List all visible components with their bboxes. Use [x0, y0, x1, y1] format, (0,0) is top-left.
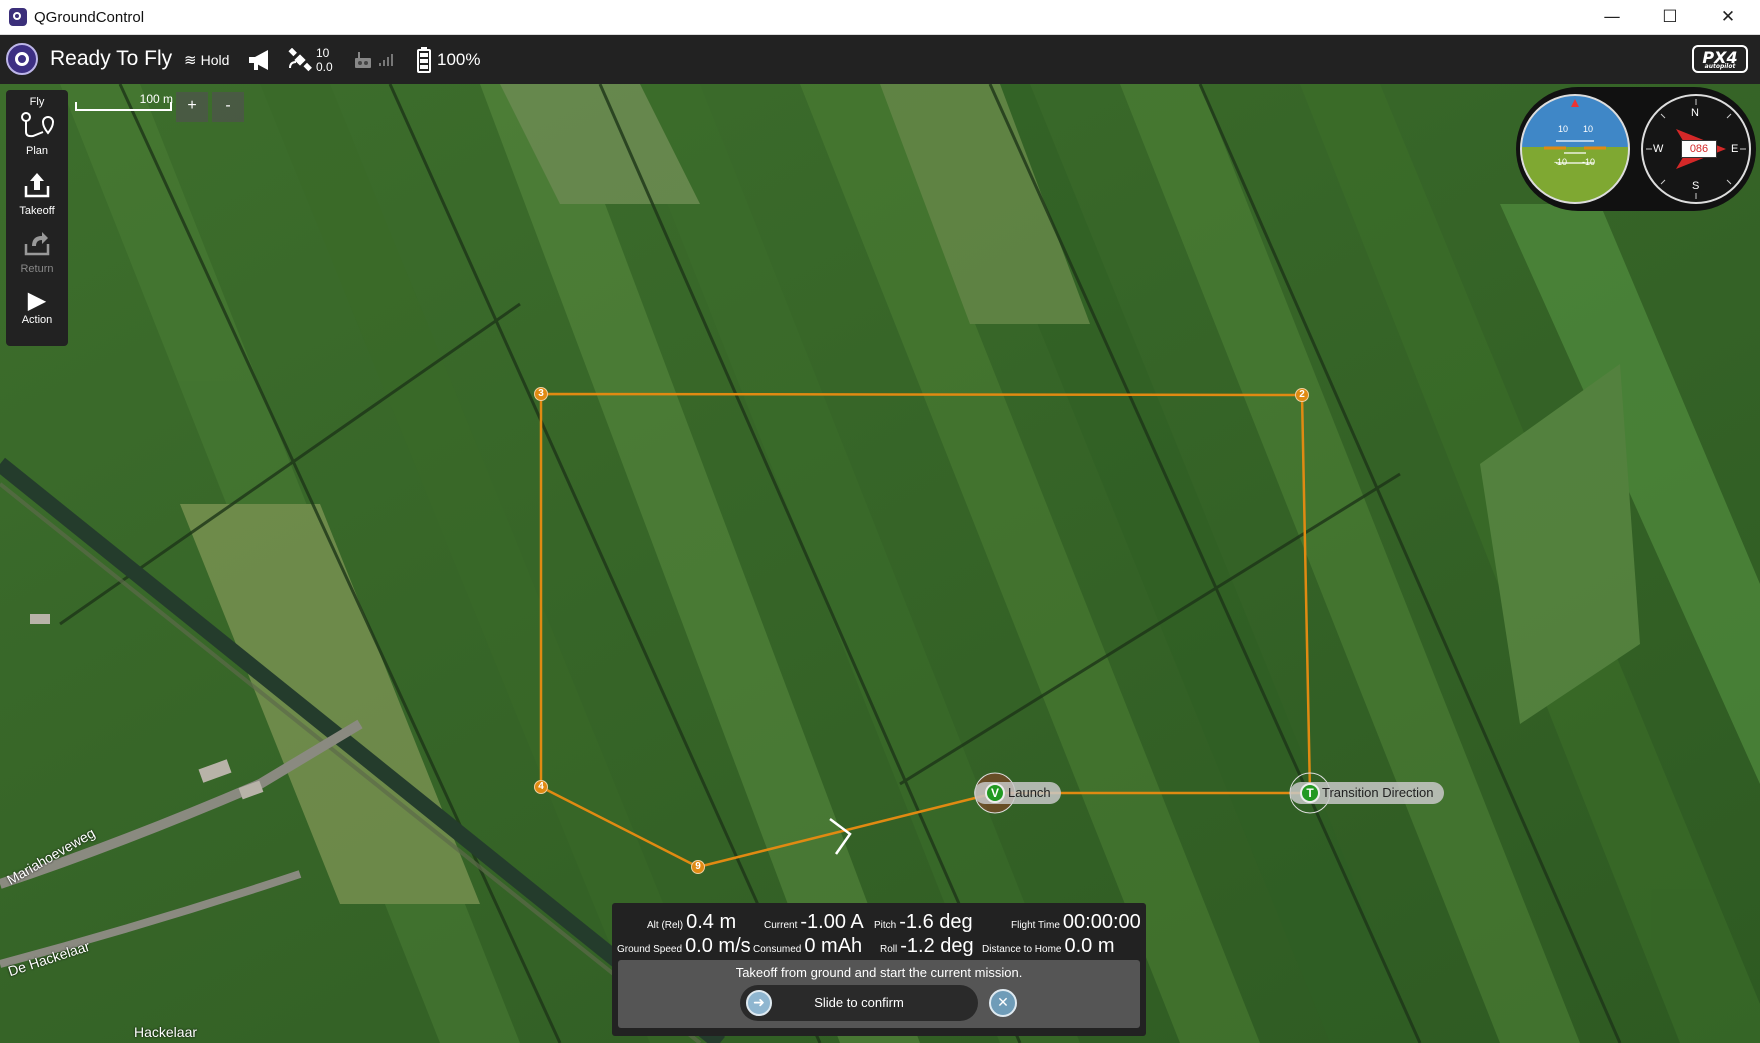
- takeoff-button[interactable]: Takeoff: [6, 170, 68, 226]
- waypoint-marker[interactable]: 4: [534, 780, 548, 794]
- flight-mode-label: Hold: [200, 51, 230, 68]
- takeoff-icon: [24, 173, 50, 198]
- satellite-icon: [288, 47, 312, 71]
- zoom-out-button[interactable]: -: [212, 92, 244, 122]
- takeoff-label: Takeoff: [19, 205, 55, 217]
- waypoint-marker[interactable]: 9: [691, 860, 705, 874]
- messages-indicator[interactable]: [246, 35, 274, 84]
- compass-south-label: S: [1692, 180, 1700, 192]
- ground-speed-value-group: Ground Speed 0.0 m/s: [617, 935, 751, 958]
- distance-to-home-value-group: Distance to Home 0.0 m: [982, 935, 1115, 958]
- distance-to-home-label: Distance to Home: [982, 944, 1062, 955]
- instrument-graphics: [1516, 87, 1756, 211]
- cancel-confirm-button[interactable]: ✕: [989, 989, 1017, 1017]
- return-button[interactable]: Return: [6, 228, 68, 284]
- compass-east-label: E: [1731, 143, 1739, 155]
- alt-rel-label: Alt (Rel): [647, 920, 684, 931]
- slider-arrow-icon[interactable]: ➜: [746, 990, 772, 1016]
- minimize-button[interactable]: —: [1584, 0, 1640, 34]
- roll-label: Roll: [880, 944, 898, 955]
- attitude-tick-label: 10: [1558, 124, 1569, 134]
- flight-time-value-group: Flight Time 00:00:00: [1011, 911, 1141, 934]
- launch-marker[interactable]: V: [985, 783, 1005, 803]
- app-icon: [9, 8, 27, 26]
- megaphone-icon: [249, 49, 268, 70]
- rc-transmitter-icon: [355, 51, 371, 68]
- slide-to-confirm-label: Slide to confirm: [814, 995, 904, 1010]
- plan-icon: [21, 112, 55, 138]
- battery-icon: [417, 46, 431, 73]
- current-label: Current: [764, 920, 798, 931]
- consumed-value: 0 mAh: [804, 935, 863, 957]
- flight-mode-selector[interactable]: ≋ Hold: [184, 35, 229, 84]
- gps-satellite-count: 10: [316, 45, 330, 60]
- plan-label: Plan: [25, 145, 49, 157]
- maximize-button[interactable]: ☐: [1642, 0, 1698, 34]
- waypoint-marker[interactable]: 2: [1295, 388, 1309, 402]
- gps-indicator[interactable]: 10 0.0: [288, 35, 333, 84]
- window-title: QGroundControl: [34, 9, 145, 26]
- battery-indicator[interactable]: 100%: [417, 35, 480, 84]
- action-button[interactable]: ▶ Action: [6, 286, 68, 342]
- alt-rel-value: 0.4 m: [686, 911, 737, 933]
- pitch-label: Pitch: [874, 920, 897, 931]
- road-label: Hackelaar: [134, 1024, 198, 1040]
- action-label: Action: [21, 314, 53, 326]
- current-value-group: Current -1.00 A: [764, 911, 864, 934]
- main-toolbar: Ready To Fly ≋ Hold 10 0.0 100% PX4 auto…: [0, 35, 1760, 84]
- roll-value-group: Roll -1.2 deg: [880, 935, 974, 958]
- satellite-imagery: [0, 84, 1760, 1043]
- zoom-in-button[interactable]: +: [176, 92, 208, 122]
- ground-speed-value: 0.0 m/s: [685, 935, 751, 957]
- distance-to-home-value: 0.0 m: [1064, 935, 1115, 957]
- px4-logo: PX4 autopilot: [1692, 45, 1748, 73]
- map-scale: 100 m: [75, 91, 173, 121]
- gps-hdop: 0.0: [316, 59, 333, 74]
- telemetry-panel: Alt (Rel) 0.4 m Current -1.00 A Pitch -1…: [612, 903, 1146, 1036]
- signal-strength-icon: [379, 53, 393, 66]
- vehicle-status[interactable]: Ready To Fly: [50, 47, 172, 71]
- battery-percent: 100%: [437, 49, 481, 69]
- compass-north-label: N: [1691, 107, 1699, 119]
- fly-tool-strip: Fly Plan Takeoff Return ▶ Action: [6, 90, 68, 346]
- window-title-bar: QGroundControl — ☐ ✕: [0, 0, 1760, 35]
- slide-to-confirm[interactable]: Slide to confirm ➜: [740, 985, 978, 1021]
- pitch-value: -1.6 deg: [899, 911, 973, 933]
- action-icon: ▶: [27, 286, 47, 314]
- compass-west-label: W: [1653, 143, 1664, 155]
- pitch-value-group: Pitch -1.6 deg: [874, 911, 973, 934]
- plan-button[interactable]: Plan: [6, 110, 68, 166]
- instrument-panel[interactable]: 10 10 -10 -10 N E S W 086: [1516, 87, 1756, 211]
- close-button[interactable]: ✕: [1700, 0, 1756, 34]
- waves-icon: ≋: [184, 50, 197, 69]
- transition-marker[interactable]: T: [1300, 783, 1320, 803]
- confirm-dialog: Takeoff from ground and start the curren…: [618, 960, 1140, 1028]
- map-view[interactable]: 3 2 4 9 Launch V Transition Direction T …: [0, 84, 1760, 1043]
- return-icon: [24, 232, 50, 256]
- rc-rssi-indicator[interactable]: [353, 35, 394, 84]
- ground-speed-label: Ground Speed: [617, 944, 683, 955]
- confirm-message: Takeoff from ground and start the curren…: [735, 965, 1023, 980]
- flight-time-value: 00:00:00: [1062, 911, 1141, 933]
- attitude-tick-label: -10: [1582, 157, 1596, 167]
- consumed-label: Consumed: [753, 944, 802, 955]
- roll-value: -1.2 deg: [900, 935, 974, 957]
- alt-rel-value-group: Alt (Rel) 0.4 m: [647, 911, 736, 934]
- waypoint-marker[interactable]: 3: [534, 387, 548, 401]
- attitude-tick-label: 10: [1583, 124, 1594, 134]
- return-label: Return: [20, 263, 54, 275]
- qgc-logo-button[interactable]: [6, 43, 38, 75]
- consumed-value-group: Consumed 0 mAh: [753, 935, 862, 958]
- attitude-tick-label: -10: [1554, 157, 1568, 167]
- tool-strip-title: Fly: [29, 96, 45, 108]
- current-value: -1.00 A: [800, 911, 864, 933]
- map-scale-label: 100 m: [139, 92, 173, 106]
- flight-time-label: Flight Time: [1011, 920, 1060, 931]
- heading-readout: 086: [1681, 140, 1717, 158]
